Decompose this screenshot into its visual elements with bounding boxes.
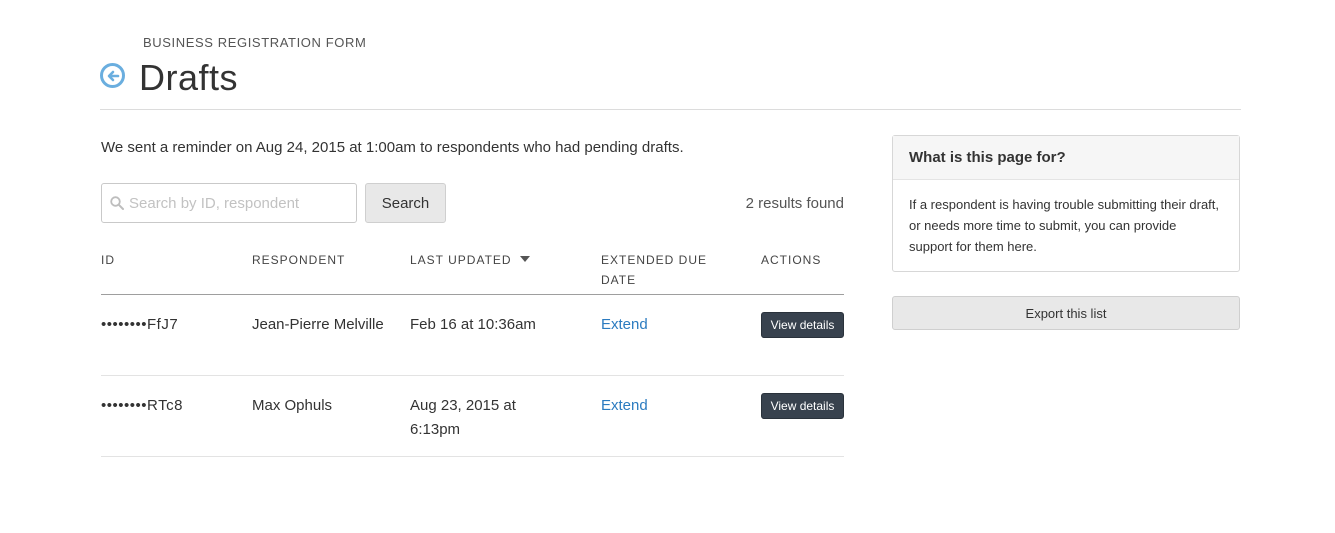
table-header: ID RESPONDENT LAST UPDATED EXTENDED DUE … (101, 248, 844, 295)
search-button[interactable]: Search (365, 183, 446, 223)
respondent-name: Max Ophuls (252, 397, 333, 414)
last-updated: Feb 16 at 10:36am (410, 316, 536, 333)
view-details-button[interactable]: View details (761, 312, 844, 338)
extend-link[interactable]: Extend (601, 394, 648, 418)
drafts-table: ID RESPONDENT LAST UPDATED EXTENDED DUE … (101, 248, 844, 457)
column-header-last-updated[interactable]: LAST UPDATED (410, 250, 530, 270)
page-header: BUSINESS REGISTRATION FORM Drafts (100, 30, 1241, 110)
drafts-page: BUSINESS REGISTRATION FORM Drafts We sen… (0, 0, 1335, 533)
draft-id: ••••••••FfJ7 (101, 316, 179, 333)
help-body: If a respondent is having trouble submit… (909, 197, 1220, 254)
table-row: ••••••••RTc8 Max Ophuls Aug 23, 2015 at … (101, 376, 844, 457)
caret-down-icon (519, 256, 530, 262)
page-title: Drafts (139, 57, 239, 98)
respondent-name: Jean-Pierre Melville (252, 316, 384, 333)
help-panel: What is this page for? If a respondent i… (892, 135, 1240, 272)
back-arrow-circle-icon (107, 70, 119, 81)
export-list-button[interactable]: Export this list (892, 296, 1240, 330)
help-heading: What is this page for? (893, 136, 1239, 180)
column-header-extended-due-date: EXTENDED DUE DATE (601, 253, 708, 287)
column-header-id: ID (101, 253, 115, 267)
search-icon (110, 196, 124, 210)
extend-link[interactable]: Extend (601, 313, 648, 337)
back-button[interactable] (100, 63, 125, 88)
table-row: ••••••••FfJ7 Jean-Pierre Melville Feb 16… (101, 295, 844, 376)
column-header-respondent: RESPONDENT (252, 253, 346, 267)
reminder-message: We sent a reminder on Aug 24, 2015 at 1:… (101, 139, 684, 156)
search-input[interactable] (129, 185, 353, 221)
view-details-button[interactable]: View details (761, 393, 844, 419)
last-updated: Aug 23, 2015 at 6:13pm (410, 397, 516, 438)
results-count: 2 results found (745, 195, 844, 212)
column-header-last-updated-label: LAST UPDATED (410, 253, 512, 267)
form-name-eyebrow: BUSINESS REGISTRATION FORM (143, 35, 367, 50)
column-header-actions: ACTIONS (761, 253, 822, 267)
draft-id: ••••••••RTc8 (101, 397, 183, 414)
search-field[interactable] (101, 183, 357, 223)
